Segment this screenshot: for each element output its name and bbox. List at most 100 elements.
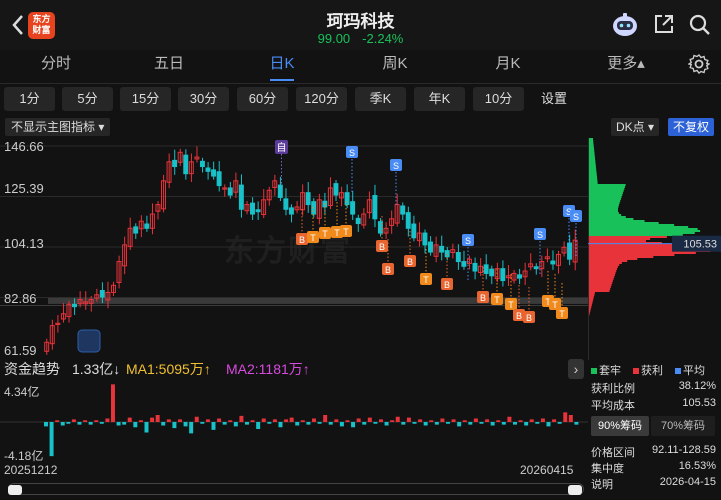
scroll-handle-left[interactable] <box>8 485 22 495</box>
candle-body <box>533 266 539 270</box>
chevron-right-icon[interactable]: › <box>568 359 584 379</box>
period-1min[interactable]: 1分 <box>4 87 55 111</box>
flow-bar <box>178 419 182 422</box>
flow-bar <box>66 422 71 424</box>
timeline-scrollbar[interactable] <box>8 483 584 495</box>
chip-bar <box>589 238 651 240</box>
flow-bar <box>390 420 395 422</box>
period-30min[interactable]: 30分 <box>178 87 229 111</box>
period-15min[interactable]: 15分 <box>120 87 171 111</box>
flow-bar <box>507 416 512 422</box>
chip-bar <box>589 282 613 284</box>
chip-bar <box>589 236 667 238</box>
chip-bar <box>589 178 598 180</box>
flow-bar <box>88 422 93 425</box>
fund-trend-label[interactable]: 资金趋势 <box>4 358 60 380</box>
tab-five-day[interactable]: 五日 <box>139 50 199 84</box>
chip-90-button[interactable]: 90%筹码 <box>591 416 649 436</box>
flow-bar <box>362 422 367 425</box>
legend-profit: 获利 <box>633 362 663 378</box>
flow-bar <box>323 414 328 422</box>
dk-marker-letter: B <box>516 311 522 321</box>
chip-bar <box>589 298 594 300</box>
chip-bar <box>589 284 612 286</box>
date-start: 20251212 <box>4 463 58 477</box>
tab-weekly-k[interactable]: 周K <box>365 50 425 84</box>
flow-bar <box>211 422 216 430</box>
flow-bar <box>462 420 467 422</box>
candle-body <box>283 198 289 210</box>
period-5min[interactable]: 5分 <box>62 87 113 111</box>
chip-bar <box>589 312 590 314</box>
flow-bar <box>529 419 534 422</box>
current-price: 99.00 <box>317 31 351 46</box>
dk-marker-letter: T <box>423 275 429 285</box>
dk-marker-letter: S <box>573 212 579 222</box>
chip-bar <box>589 292 595 294</box>
main-indicator-select[interactable]: 不显示主图指标 ▾ <box>5 118 111 136</box>
chip-bar <box>589 278 614 280</box>
flow-bar <box>468 422 473 425</box>
candlestick-chart[interactable]: SSSSS SBBBBBBT T T TTT T T TTB B自 <box>0 138 588 358</box>
candle-body <box>305 192 311 206</box>
chip-bar <box>589 222 659 224</box>
period-year-k[interactable]: 年K <box>414 87 465 111</box>
y-tick-label: 125.39 <box>4 181 44 196</box>
dk-marker-letter: B <box>444 280 450 290</box>
scroll-handle-right[interactable] <box>568 485 582 495</box>
dk-marker-letter: T <box>559 309 565 319</box>
tab-daily-k[interactable]: 日K <box>252 50 312 84</box>
flow-bar <box>278 422 283 428</box>
period-60min[interactable]: 60分 <box>237 87 288 111</box>
flow-bar <box>228 420 233 422</box>
chip-bar <box>589 264 620 266</box>
chip-bar <box>589 228 698 230</box>
search-icon[interactable] <box>688 13 712 37</box>
flow-bar <box>306 422 311 425</box>
flow-bar <box>60 422 65 426</box>
gear-icon[interactable] <box>688 53 710 75</box>
chip-bar <box>589 300 593 302</box>
flow-bar <box>161 422 166 426</box>
dk-marker-letter: S <box>465 236 471 246</box>
candle-body <box>238 184 244 210</box>
dk-marker-letter: B <box>407 257 413 267</box>
period-quarter-k[interactable]: 季K <box>355 87 406 111</box>
flow-bar <box>55 420 60 422</box>
dk-marker-letter: B <box>480 293 486 303</box>
period-10min[interactable]: 10分 <box>473 87 524 111</box>
chip-bar <box>589 182 598 184</box>
robot-assistant-icon[interactable] <box>611 12 639 38</box>
candle-body <box>133 226 139 234</box>
chip-bar <box>589 190 624 192</box>
candle-body <box>172 159 178 168</box>
tab-monthly-k[interactable]: 月K <box>478 50 538 84</box>
flow-bar <box>401 422 406 425</box>
period-120min[interactable]: 120分 <box>296 87 347 111</box>
flow-bar <box>155 414 160 422</box>
period-tabs: 分时 五日 日K 周K 月K 更多▴ <box>0 50 721 84</box>
avg-cost-tag: 105.53 <box>683 239 717 251</box>
flow-bar <box>116 422 121 426</box>
candle-body <box>411 223 417 239</box>
tab-intraday[interactable]: 分时 <box>26 50 86 84</box>
chip-bar <box>589 288 611 290</box>
chip-70-button[interactable]: 70%筹码 <box>651 416 715 436</box>
chip-bar <box>589 304 592 306</box>
adjustment-button[interactable]: 不复权 <box>668 118 715 136</box>
chip-bar <box>589 206 619 208</box>
candle-body <box>500 268 506 282</box>
flow-bar <box>379 419 383 422</box>
dk-point-select[interactable]: DK点 ▾ <box>611 118 660 136</box>
tab-more[interactable]: 更多▴ <box>591 50 661 84</box>
share-icon[interactable] <box>652 12 676 36</box>
chip-bar <box>589 154 595 156</box>
settings-button[interactable]: 设置 <box>541 87 567 111</box>
flow-bar <box>44 422 48 427</box>
chip-bar <box>589 310 591 312</box>
flow-bar <box>574 422 579 425</box>
flow-bar <box>183 422 188 427</box>
flow-bar <box>83 420 88 422</box>
flow-bar <box>557 422 562 424</box>
chip-bar <box>589 142 594 144</box>
